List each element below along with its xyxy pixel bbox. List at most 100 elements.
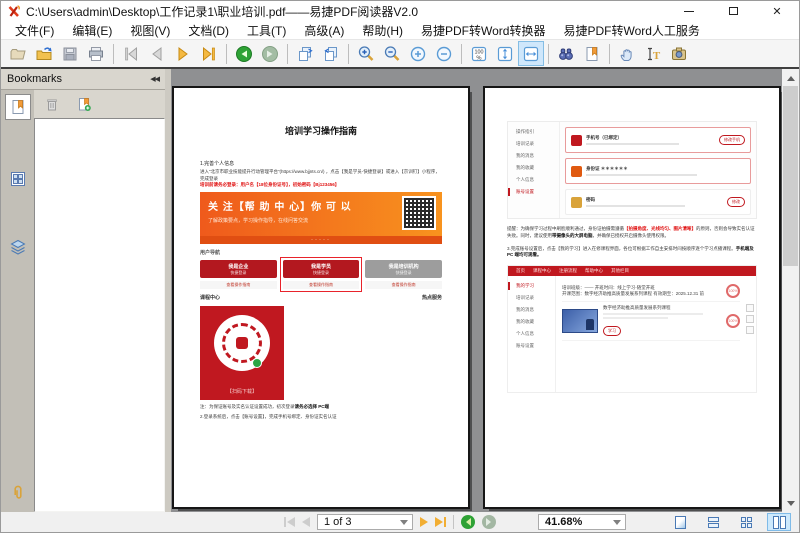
print-button[interactable] — [83, 41, 109, 66]
actual-size-button[interactable]: 100% — [466, 41, 492, 66]
maximize-button[interactable] — [711, 1, 755, 21]
pdf-page-2[interactable]: 操作指引 培训记录 我的消息 我的收藏 个人信息 账号设置 手机号（已绑定） 修 — [483, 86, 781, 509]
find-button[interactable] — [553, 41, 579, 66]
tab-attachments[interactable] — [5, 480, 31, 506]
id-card-row: 身份证 ＊＊＊＊＊＊ — [565, 158, 751, 184]
menu-tools[interactable]: 工具(T) — [238, 22, 295, 39]
prev-page-button[interactable] — [144, 41, 170, 66]
extract-pages-button[interactable] — [318, 41, 344, 66]
prev-page-nav-button[interactable] — [302, 517, 310, 527]
menu-document[interactable]: 文档(D) — [179, 22, 238, 39]
layers-icon — [9, 239, 26, 255]
previous-view-icon — [236, 45, 252, 62]
previous-view-button[interactable] — [231, 41, 257, 66]
miniprogram-qr-image: 【扫码下载】 — [200, 306, 284, 400]
layout-single-page-button[interactable] — [668, 513, 692, 531]
bookmark-button[interactable] — [579, 41, 605, 66]
menu-file[interactable]: 文件(F) — [6, 22, 63, 39]
snapshot-icon — [672, 47, 686, 60]
nav-label: 用户导航 — [200, 250, 221, 256]
banner-title: 关 注【帮 助 中 心】你 可 以 — [208, 202, 352, 213]
zoom-in-icon — [410, 46, 426, 61]
settings-menu-item: 我的收藏 — [516, 165, 534, 170]
open-file-button[interactable] — [31, 41, 57, 66]
last-page-nav-button[interactable] — [435, 517, 446, 527]
save-button[interactable] — [57, 41, 83, 66]
open-folder-button[interactable] — [5, 41, 31, 66]
progress-ring: 100% — [726, 314, 740, 328]
minimize-button[interactable] — [667, 1, 711, 21]
maximize-icon — [728, 7, 738, 15]
menu-pdf2word-service[interactable]: 易捷PDF转Word人工服务 — [554, 22, 708, 39]
menu-help[interactable]: 帮助(H) — [353, 22, 412, 39]
tab-layers[interactable] — [5, 234, 31, 260]
toolbar-separator — [113, 43, 114, 64]
menu-advanced[interactable]: 高级(A) — [295, 22, 353, 39]
page1-title: 培训学习操作指南 — [284, 126, 357, 136]
chevron-down-icon — [786, 500, 795, 510]
next-view-nav-button[interactable] — [482, 515, 496, 529]
page-number-input[interactable]: 1 of 3 — [317, 514, 413, 530]
fit-width-button[interactable] — [518, 41, 544, 66]
tab-bookmarks[interactable] — [4, 94, 31, 120]
vertical-scrollbar[interactable] — [782, 69, 799, 512]
insert-pages-button[interactable] — [292, 41, 318, 66]
layout-facing-button[interactable] — [734, 513, 758, 531]
menu-view[interactable]: 视图(V) — [121, 22, 179, 39]
menu-edit[interactable]: 编辑(E) — [63, 22, 121, 39]
page-indicator: 1 of 3 — [324, 516, 352, 528]
next-page-button[interactable] — [170, 41, 196, 66]
password-row: 密码 修改 — [565, 189, 751, 215]
delete-bookmark-icon[interactable] — [44, 96, 60, 112]
thumbnails-icon — [10, 172, 25, 186]
role-button-company: 我是企业 快捷登录 — [200, 260, 277, 278]
id-card-icon — [571, 165, 582, 177]
lms-menu-item: 个人信息 — [516, 331, 534, 336]
close-button[interactable]: ✕ — [755, 1, 799, 21]
toolbar-separator — [226, 43, 227, 64]
prev-page-nav-icon — [302, 517, 310, 527]
scrollbar-thumb[interactable] — [783, 86, 798, 266]
back-arrow-icon — [462, 518, 471, 526]
lock-icon — [571, 196, 582, 208]
hand-tool-button[interactable] — [614, 41, 640, 66]
scroll-down-button[interactable] — [782, 495, 799, 512]
section-left: 课程中心 — [200, 295, 221, 301]
zoom-in-tool-button[interactable] — [353, 41, 379, 66]
snapshot-button[interactable] — [666, 41, 692, 66]
note-line: 注：为保证账号及实名认证设置成功，初次登录请务必选择 PC端 — [200, 404, 330, 409]
bookmarks-panel[interactable] — [34, 118, 165, 512]
scroll-up-button[interactable] — [782, 69, 799, 86]
select-text-button[interactable]: T — [640, 41, 666, 66]
layout-book-view-button[interactable] — [767, 513, 791, 531]
floating-widgets — [744, 276, 756, 392]
layout-continuous-button[interactable] — [701, 513, 725, 531]
zoom-out-button[interactable] — [431, 41, 457, 66]
menu-pdf2word-converter[interactable]: 易捷PDF转Word转换器 — [412, 22, 554, 39]
pdf-page-1[interactable]: 培训学习操作指南 1.完善个人信息 进入“北京市职业技能提升行动管理平台”(ht… — [172, 86, 470, 509]
zoom-level-select[interactable]: 41.68% — [538, 514, 626, 530]
qr-caption: 【扫码下载】 — [226, 389, 257, 395]
next-page-nav-button[interactable] — [420, 517, 428, 527]
zoom-out-tool-icon — [384, 45, 400, 61]
last-page-icon — [203, 46, 215, 61]
export-bookmark-icon[interactable] — [76, 96, 92, 112]
study-button: 学习 — [603, 326, 621, 336]
app-logo-icon — [8, 5, 21, 17]
zoom-in-button[interactable] — [405, 41, 431, 66]
help-center-banner: 关 注【帮 助 中 心】你 可 以 了解政策要点，学习操作指导，在线问答交流 — [200, 192, 442, 236]
first-page-nav-button[interactable] — [284, 517, 295, 527]
fit-page-button[interactable] — [492, 41, 518, 66]
sidebar-collapse-button[interactable]: ◀◀ — [150, 75, 160, 83]
next-view-button[interactable] — [257, 41, 283, 66]
progress-ring: 100% — [726, 284, 740, 298]
close-icon: ✕ — [772, 5, 782, 18]
zoom-out-tool-button[interactable] — [379, 41, 405, 66]
chevron-down-icon[interactable] — [400, 519, 408, 529]
chevron-down-icon[interactable] — [613, 519, 621, 529]
first-page-button[interactable] — [118, 41, 144, 66]
tab-thumbnails[interactable] — [5, 166, 31, 192]
last-page-button[interactable] — [196, 41, 222, 66]
previous-view-nav-button[interactable] — [461, 515, 475, 529]
zoom-level-value: 41.68% — [545, 516, 583, 528]
